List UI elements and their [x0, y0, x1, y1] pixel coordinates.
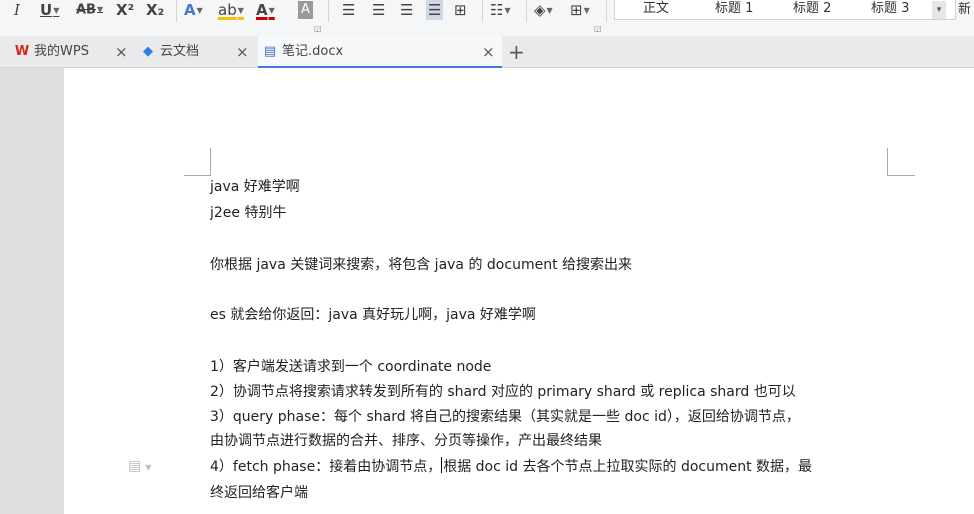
cloud-doc-icon: ◆ [143, 44, 153, 59]
close-tab-cloud-docs-icon[interactable]: × [236, 36, 249, 68]
chevron-down-icon: ▼ [237, 5, 244, 15]
chevron-down-icon: ▼ [504, 5, 511, 15]
doc-line: j2ee 特别牛 [210, 205, 287, 221]
distributed-align-icon[interactable]: ⊞ [454, 0, 467, 20]
chevron-down-icon: ▼ [196, 5, 203, 15]
toolbar-divider [176, 0, 177, 22]
style-heading-1[interactable]: 标题 1 [715, 0, 753, 18]
new-tab-icon[interactable]: + [508, 36, 525, 68]
new-style-button[interactable]: 新 [958, 0, 971, 20]
chevron-down-icon: ▼ [268, 5, 275, 15]
doc-line: 由协调节点进行数据的合并、排序、分页等操作，产出最终结果 [210, 433, 602, 449]
paragraph-dialog-launcher-icon[interactable]: ◲ [594, 24, 602, 33]
italic-button[interactable]: I [14, 0, 20, 20]
document-tab-bar: W 我的WPS × ◆ 云文档 × ▤ 笔记.docx × + [0, 36, 974, 68]
highlight-button[interactable]: ab▼ [218, 0, 244, 20]
style-gallery-scroll-icon[interactable]: ▾ [932, 1, 946, 19]
toolbar-divider [328, 0, 329, 22]
toolbar-divider [606, 0, 607, 22]
doc-line: 3）query phase：每个 shard 将自己的搜索结果（其实就是一些 d… [210, 409, 800, 425]
tab-label: 我的WPS [34, 44, 89, 59]
top-left-margin-mark [184, 148, 211, 176]
char-shading-button[interactable]: A [298, 1, 313, 19]
style-heading-3[interactable]: 标题 3 [871, 0, 909, 18]
superscript-button[interactable]: X² [116, 0, 134, 20]
font-dialog-launcher-icon[interactable]: ◲ [314, 24, 322, 33]
align-center-icon[interactable]: ☰ [372, 0, 385, 20]
chevron-down-icon: ▼ [145, 463, 152, 472]
document-icon: ▤ [263, 44, 277, 59]
close-tab-note-docx-icon[interactable]: × [482, 36, 495, 68]
tab-my-wps[interactable]: W 我的WPS [14, 36, 89, 68]
chevron-down-icon: ▼ [546, 5, 553, 15]
doc-line: 1）客户端发送请求到一个 coordinate node [210, 359, 492, 375]
tab-cloud-docs[interactable]: ◆ 云文档 [140, 36, 199, 68]
ribbon-toolbar: I U▼ AB▼ X² X₂ A▼ ab▼ A▼ A ◲ ☰ ☰ ☰ ☰ ⊞ ☷… [0, 0, 974, 36]
document-page[interactable]: java 好难学啊 j2ee 特别牛 你根据 java 关键词来搜索，将包含 j… [64, 68, 974, 514]
tab-label: 云文档 [160, 44, 200, 59]
doc-line-with-cursor: 4）fetch phase：接着由协调节点， 根据 doc id 去各个节点上拉取… [210, 457, 813, 475]
chevron-down-icon: ▼ [96, 5, 104, 14]
wps-logo-icon: W [14, 44, 30, 59]
borders-icon[interactable]: ⊞▼ [570, 0, 590, 20]
style-normal[interactable]: 正文 [643, 0, 670, 18]
paragraph-layout-icon[interactable]: ▤ ▼ [128, 458, 151, 474]
toolbar-divider [526, 0, 527, 22]
doc-line: es 就会给你返回：java 真好玩儿啊，java 好难学啊 [210, 307, 536, 323]
justify-icon[interactable]: ☰ [426, 0, 444, 20]
align-right-icon[interactable]: ☰ [400, 0, 413, 20]
top-right-margin-mark [887, 148, 915, 176]
underline-button[interactable]: U▼ [40, 0, 59, 20]
style-heading-2[interactable]: 标题 2 [793, 0, 831, 18]
tab-label: 笔记.docx [282, 44, 344, 59]
tab-note-docx[interactable]: ▤ 笔记.docx [258, 36, 502, 68]
text-effect-button[interactable]: A▼ [184, 0, 203, 20]
document-canvas: java 好难学啊 j2ee 特别牛 你根据 java 关键词来搜索，将包含 j… [0, 68, 974, 514]
chevron-down-icon: ▼ [53, 5, 60, 15]
line-spacing-icon[interactable]: ☷▼ [490, 0, 511, 20]
close-tab-my-wps-icon[interactable]: × [115, 36, 128, 68]
align-left-icon[interactable]: ☰ [342, 0, 355, 20]
chevron-down-icon: ▼ [583, 5, 590, 15]
paragraph-shading-icon[interactable]: ◈▼ [534, 0, 553, 20]
doc-line: java 好难学啊 [210, 179, 300, 195]
doc-line: 2）协调节点将搜索请求转发到所有的 shard 对应的 primary shar… [210, 384, 796, 400]
font-color-button[interactable]: A▼ [256, 0, 275, 20]
strikethrough-button[interactable]: AB▼ [76, 0, 103, 20]
style-gallery: 正文 标题 1 标题 2 标题 3 [614, 0, 956, 20]
toolbar-divider [482, 0, 483, 22]
doc-line: 你根据 java 关键词来搜索，将包含 java 的 document 给搜索出… [210, 257, 633, 273]
doc-line: 终返回给客户端 [210, 485, 308, 501]
subscript-button[interactable]: X₂ [146, 0, 164, 20]
